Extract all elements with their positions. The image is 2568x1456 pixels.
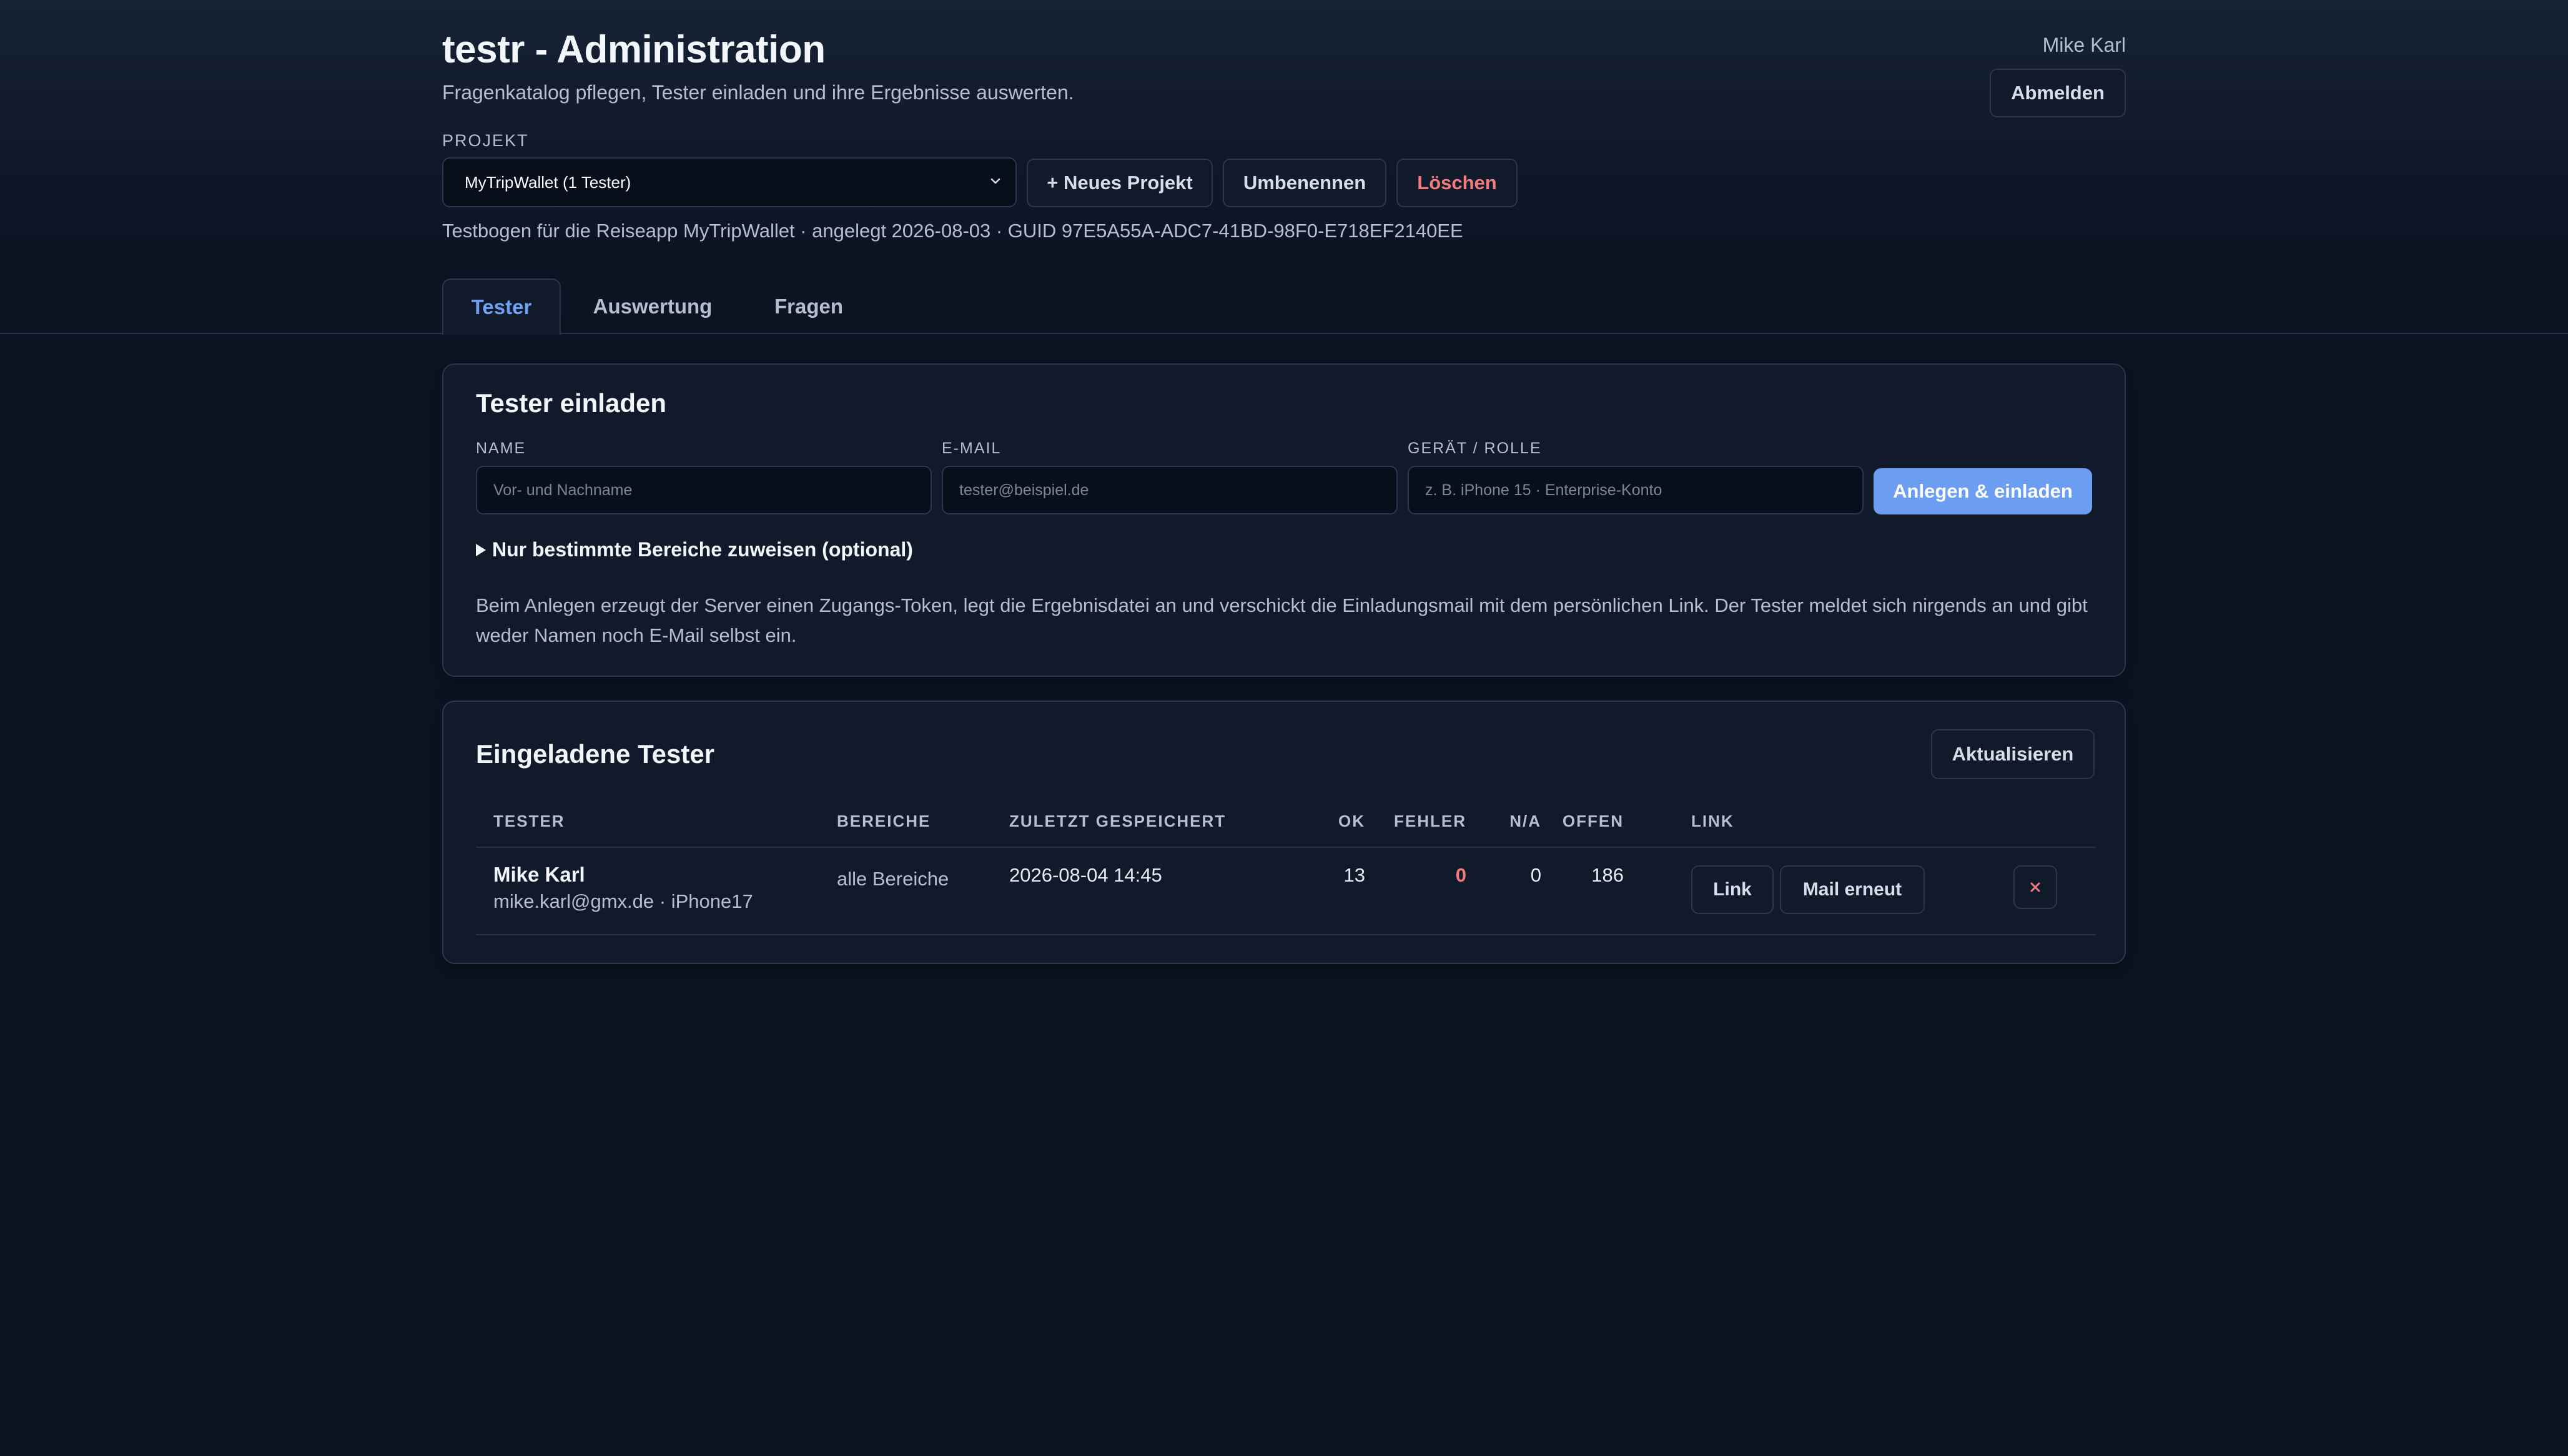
email-placeholder: tester@beispiel.de	[959, 481, 1089, 499]
tab-fragen[interactable]: Fragen	[756, 278, 862, 335]
project-select[interactable]: MyTripWallet (1 Tester)	[442, 157, 1017, 207]
column-header-open: OFFEN	[1562, 812, 1624, 830]
project-select-value: MyTripWallet (1 Tester)	[465, 172, 631, 192]
areas-disclosure[interactable]: Nur bestimmte Bereiche zuweisen (optiona…	[476, 538, 913, 561]
table-header-divider	[476, 847, 2096, 848]
resend-mail-button[interactable]: Mail erneut	[1780, 865, 1925, 914]
invite-card: Tester einladen NAME Vor- und Nachname E…	[442, 363, 2126, 677]
tester-last-saved: 2026-08-04 14:45	[1009, 864, 1162, 886]
rename-project-button[interactable]: Umbenennen	[1223, 159, 1386, 207]
page-title: testr - Administration	[442, 28, 826, 71]
chevron-down-icon	[990, 178, 1000, 184]
tester-ok-count: 13	[1343, 864, 1365, 886]
table-row-divider	[476, 934, 2096, 935]
user-name: Mike Karl	[2042, 34, 2126, 56]
tester-open-count: 186	[1591, 864, 1624, 886]
close-icon	[2030, 882, 2040, 892]
delete-project-button[interactable]: Löschen	[1396, 159, 1518, 207]
testers-card: Eingeladene Tester Aktualisieren TESTER …	[442, 701, 2126, 964]
column-header-na: N/A	[1509, 812, 1541, 830]
email-input[interactable]: tester@beispiel.de	[942, 466, 1398, 514]
tester-areas: alle Bereiche	[837, 868, 949, 890]
project-label: PROJEKT	[442, 131, 529, 150]
tab-divider	[0, 333, 2568, 334]
column-header-last-saved: ZULETZT GESPEICHERT	[1009, 812, 1227, 830]
tab-auswertung[interactable]: Auswertung	[581, 278, 724, 335]
column-header-areas: BEREICHE	[837, 812, 931, 830]
column-header-link: LINK	[1691, 812, 1734, 830]
device-input[interactable]: z. B. iPhone 15 · Enterprise-Konto	[1408, 466, 1864, 514]
tester-name: Mike Karl	[493, 863, 585, 886]
tester-na-count: 0	[1530, 864, 1541, 886]
column-header-tester: TESTER	[493, 812, 565, 830]
refresh-button[interactable]: Aktualisieren	[1931, 729, 2095, 779]
new-project-button[interactable]: + Neues Projekt	[1027, 159, 1213, 207]
testers-title: Eingeladene Tester	[476, 739, 715, 769]
project-meta: Testbogen für die Reiseapp MyTripWallet …	[442, 220, 1463, 242]
device-placeholder: z. B. iPhone 15 · Enterprise-Konto	[1425, 481, 1662, 499]
create-invite-button[interactable]: Anlegen & einladen	[1874, 468, 2092, 514]
device-label: GERÄT / ROLLE	[1408, 440, 1542, 457]
tester-detail: mike.karl@gmx.de · iPhone17	[493, 890, 753, 912]
name-placeholder: Vor- und Nachname	[493, 481, 633, 499]
delete-tester-button[interactable]	[2013, 865, 2057, 909]
tab-tester[interactable]: Tester	[442, 278, 561, 335]
email-label: E-MAIL	[942, 440, 1002, 457]
invite-title: Tester einladen	[476, 388, 666, 418]
tester-link-button[interactable]: Link	[1691, 865, 1774, 914]
column-header-errors: FEHLER	[1394, 812, 1466, 830]
tester-error-count: 0	[1455, 864, 1466, 886]
page-subtitle: Fragenkatalog pflegen, Tester einladen u…	[442, 81, 1074, 104]
triangle-right-icon	[476, 543, 486, 556]
name-input[interactable]: Vor- und Nachname	[476, 466, 932, 514]
invite-info: Beim Anlegen erzeugt der Server einen Zu…	[476, 594, 2088, 646]
logout-button[interactable]: Abmelden	[1990, 69, 2126, 117]
name-label: NAME	[476, 440, 526, 457]
column-header-ok: OK	[1338, 812, 1365, 830]
areas-disclosure-label: Nur bestimmte Bereiche zuweisen (optiona…	[492, 538, 913, 561]
